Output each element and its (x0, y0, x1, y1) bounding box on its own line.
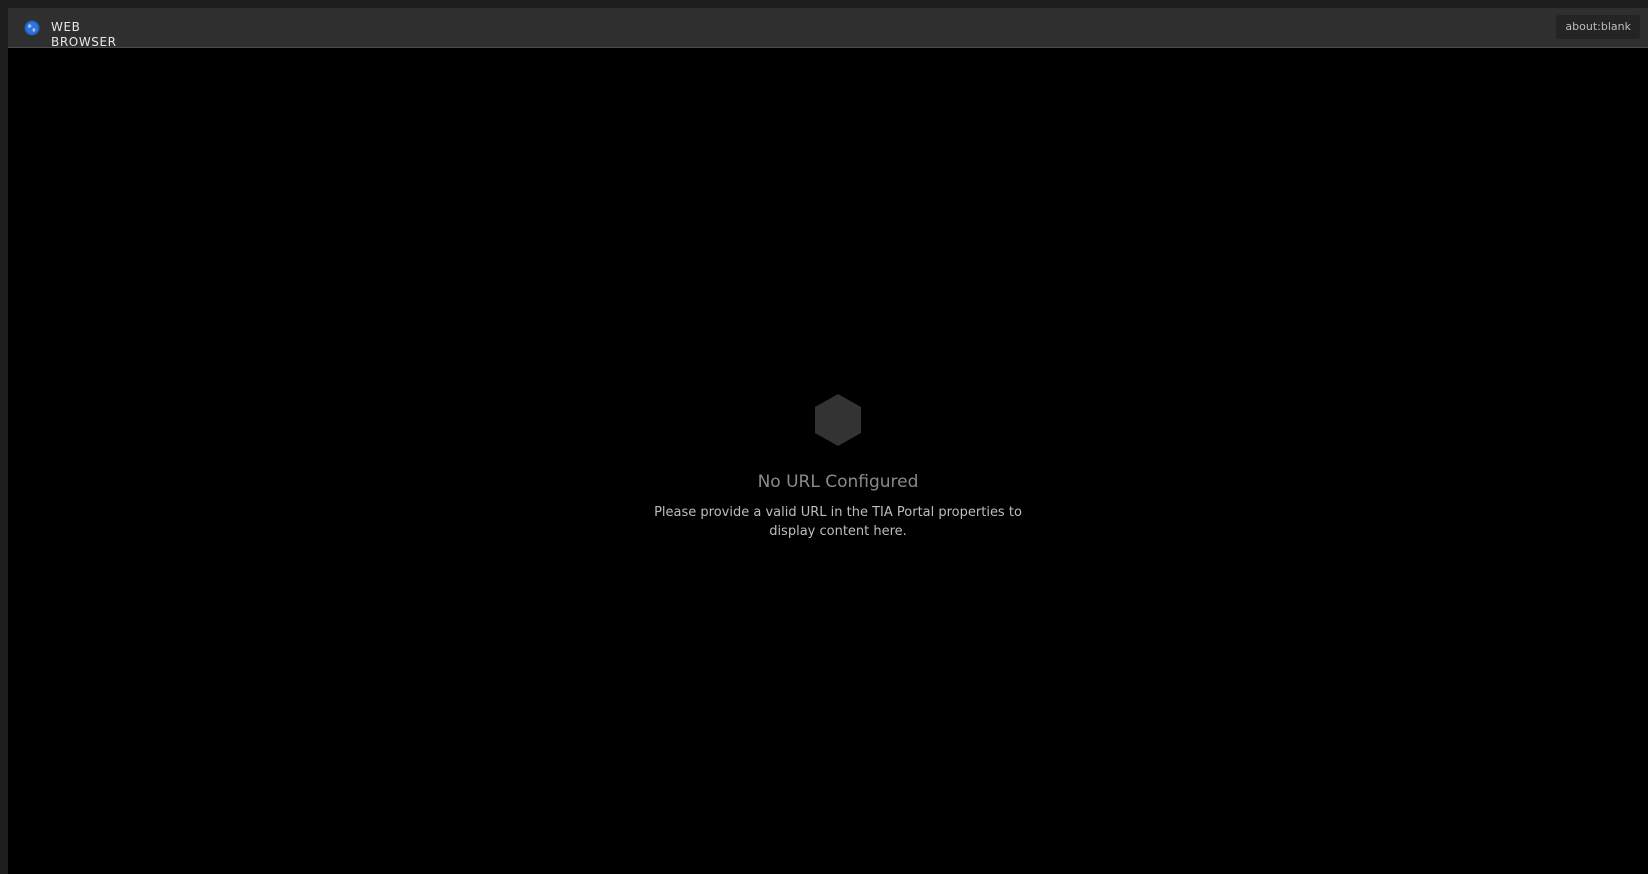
empty-state: No URL Configured Please provide a valid… (628, 393, 1048, 541)
web-browser-window: WEB BROWSER about:blank No URL Configure… (8, 8, 1648, 874)
browser-content-area: No URL Configured Please provide a valid… (8, 48, 1648, 874)
url-display: about:blank (1556, 15, 1640, 39)
empty-state-title: No URL Configured (757, 472, 919, 492)
app-title-line-1: WEB (51, 20, 81, 34)
globe-icon (24, 20, 40, 36)
hexagon-icon (815, 394, 861, 446)
title-bar: WEB BROWSER about:blank (8, 8, 1648, 50)
empty-state-description: Please provide a valid URL in the TIA Po… (654, 505, 1022, 539)
app-title: WEB BROWSER (51, 20, 117, 50)
